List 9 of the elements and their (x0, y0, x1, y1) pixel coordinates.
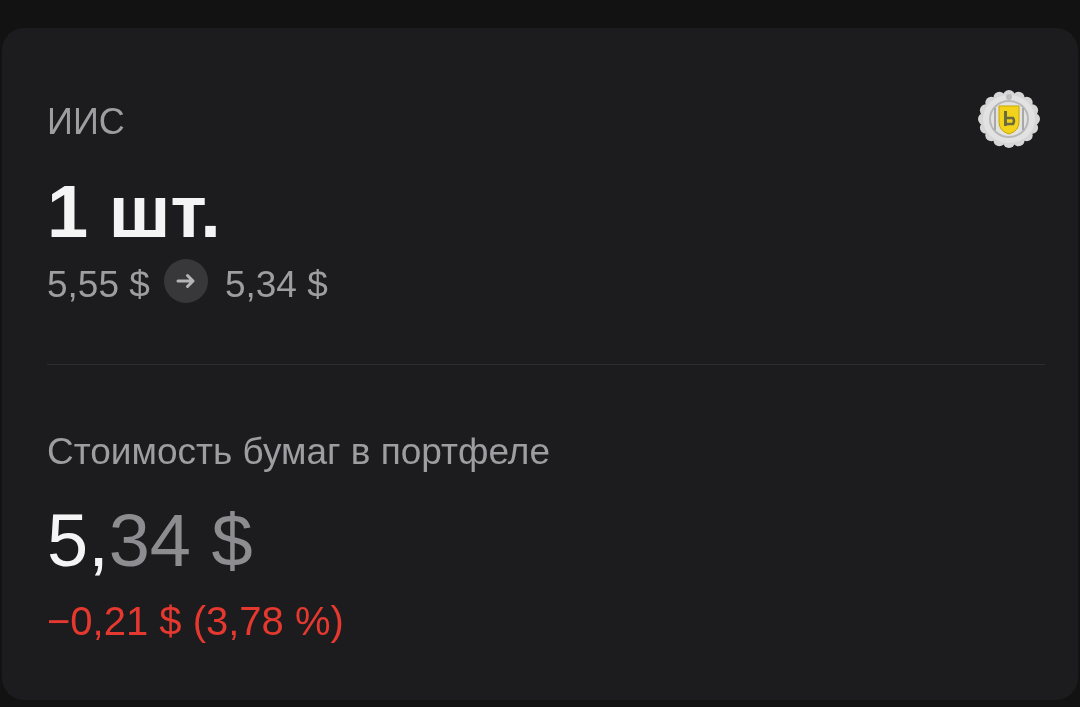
account-label: ИИС (47, 100, 125, 144)
portfolio-value: 5,34 $ (47, 498, 253, 585)
price-to: 5,34 $ (224, 263, 328, 307)
quantity: 1 шт. (47, 169, 221, 256)
price-from: 5,55 $ (47, 263, 150, 307)
portfolio-value-label: Стоимость бумаг в портфеле (47, 430, 550, 474)
crest-icon (975, 88, 1043, 150)
arrow-right-icon (163, 259, 208, 303)
value-change: −0,21 $ (3,78 %) (47, 598, 344, 646)
